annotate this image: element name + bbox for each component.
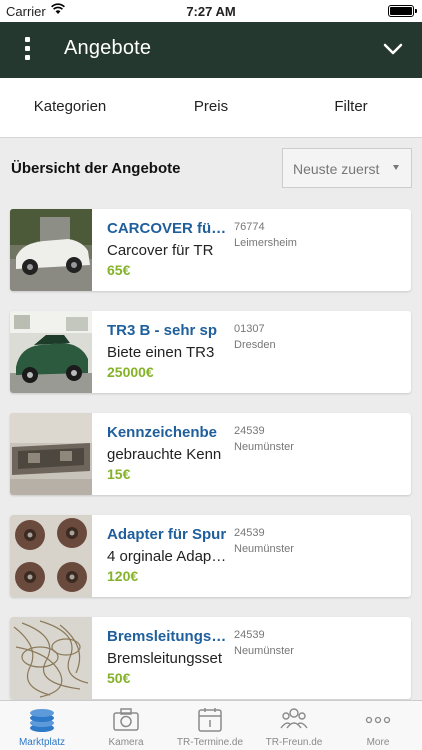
categories-button[interactable]: Kategorien: [0, 98, 140, 115]
dropdown-arrow-icon: [393, 165, 399, 170]
tab-label: Kamera: [108, 737, 144, 748]
listing-photo: [10, 413, 92, 495]
people-icon: [280, 708, 308, 729]
listing-price: 15€: [107, 466, 131, 482]
listing-price: 25000€: [107, 364, 154, 380]
nav-bar: Angebote: [0, 22, 422, 78]
listing-description: gebrauchte Kenn: [107, 446, 222, 463]
chevron-down-icon[interactable]: [382, 38, 404, 60]
price-button[interactable]: Preis: [141, 98, 281, 115]
listing-card[interactable]: Adapter für Spur 4 orginale Adapter 120€…: [10, 515, 411, 597]
section-title: Übersicht der Angebote: [11, 160, 181, 177]
listing-zip: 01307: [234, 323, 265, 335]
stack-icon: [30, 709, 54, 732]
tab-marktplatz[interactable]: Marktplatz: [0, 701, 84, 750]
listing-card[interactable]: Bremsleitungsset Bremsleitungsset 50€ 24…: [10, 617, 411, 699]
listing-description: Carcover für TR: [107, 242, 214, 259]
tab-label: Marktplatz: [18, 737, 66, 748]
calendar-icon: [198, 708, 222, 732]
listing-title: Kennzeichenbe: [107, 424, 218, 441]
tab-tr-termine[interactable]: TR-Termine.de: [168, 701, 252, 750]
listing-description: Biete einen TR3: [107, 344, 215, 361]
listing-city: Neumünster: [234, 441, 294, 453]
sort-select[interactable]: Neuste zuerst: [282, 148, 412, 188]
sort-value: Neuste zuerst: [293, 161, 380, 177]
filter-button[interactable]: Filter: [281, 98, 421, 115]
status-bar: Carrier 7:27 AM: [0, 0, 422, 22]
listing-zip: 24539: [234, 629, 265, 641]
listing-zip: 76774: [234, 221, 265, 233]
listing-description: Bremsleitungsset: [107, 650, 223, 667]
listing-city: Leimersheim: [234, 237, 297, 249]
listing-city: Neumünster: [234, 645, 294, 657]
listing-card[interactable]: Kennzeichenbe gebrauchte Kenn 15€ 24539 …: [10, 413, 411, 495]
listing-photo: [10, 515, 92, 597]
listing-title: CARCOVER für TR: [107, 220, 227, 237]
listing-city: Neumünster: [234, 543, 294, 555]
tab-bar: Marktplatz Kamera TR-Termine.de TR-Freun…: [0, 700, 422, 750]
page-title: Angebote: [64, 37, 152, 59]
listing-price: 120€: [107, 568, 139, 584]
listing-zip: 24539: [234, 425, 265, 437]
listing-zip: 24539: [234, 527, 265, 539]
listing-photo: [10, 209, 92, 291]
listing-title: Adapter für Spur: [107, 526, 227, 543]
menu-icon[interactable]: [16, 35, 38, 65]
more-icon: [365, 716, 391, 724]
listing-title: Bremsleitungsset: [107, 628, 227, 645]
listing-city: Dresden: [234, 339, 276, 351]
tab-label: TR-Freun.de: [265, 737, 323, 748]
camera-icon: [113, 708, 139, 731]
listing-photo: [10, 311, 92, 393]
filter-bar: Kategorien Preis Filter: [0, 78, 422, 138]
listing-photo: [10, 617, 92, 699]
clock: 7:27 AM: [186, 4, 236, 19]
tab-more[interactable]: More: [336, 701, 420, 750]
listing-title: TR3 B - sehr sp: [107, 322, 218, 339]
tab-kamera[interactable]: Kamera: [84, 701, 168, 750]
listing-price: 50€: [107, 670, 131, 686]
listing-card[interactable]: CARCOVER für TR Carcover für TR 65€ 7677…: [10, 209, 411, 291]
tab-label: TR-Termine.de: [176, 737, 244, 748]
battery-icon: [388, 5, 417, 17]
tab-label: More: [366, 737, 390, 748]
tab-tr-freunde[interactable]: TR-Freun.de: [252, 701, 336, 750]
listing-price: 65€: [107, 262, 131, 278]
listing-card[interactable]: TR3 B - sehr sp Biete einen TR3 25000€ 0…: [10, 311, 411, 393]
listing-description: 4 orginale Adapter: [107, 548, 227, 565]
